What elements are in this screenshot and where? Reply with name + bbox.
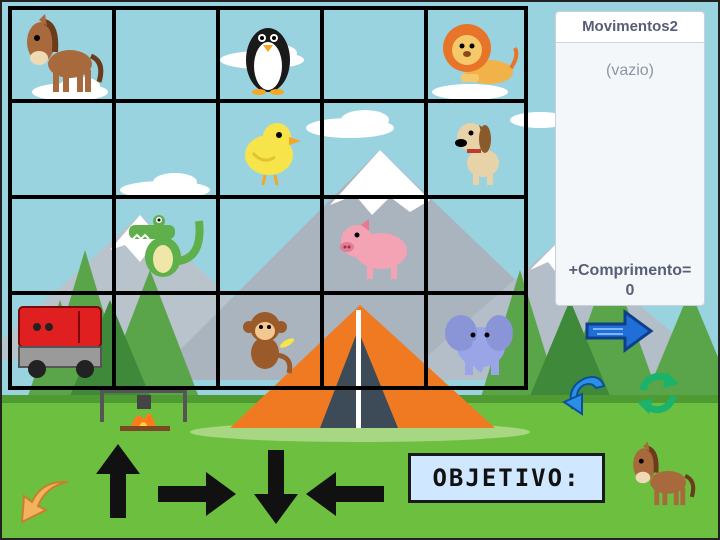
objective-label: OBJETIVO: — [432, 464, 581, 492]
animal-crocodile — [119, 201, 209, 287]
monitor-length: +Comprimento= 0 — [556, 261, 704, 301]
restart-button[interactable] — [633, 368, 683, 418]
left-button[interactable] — [306, 472, 384, 516]
monitor-empty-text: (vazio) — [605, 62, 654, 79]
monitor-title: Movimentos2 — [556, 12, 704, 43]
arrow-up-icon — [96, 444, 140, 518]
grid-line — [12, 291, 524, 295]
undo-icon — [561, 376, 606, 416]
blue-arrow-right-icon — [585, 309, 654, 353]
animal-elephant — [431, 297, 521, 383]
grid-line — [12, 195, 524, 199]
animal-truck — [15, 297, 105, 383]
animal-dog — [431, 105, 521, 191]
animal-chick — [223, 105, 313, 191]
variable-monitor: Movimentos2 (vazio) +Comprimento= 0 — [555, 11, 705, 306]
arrow-right-icon — [158, 472, 236, 516]
right-button[interactable] — [158, 472, 236, 516]
back-arrow-icon — [20, 480, 69, 524]
arrow-left-icon — [306, 472, 384, 516]
animal-horse — [15, 12, 105, 98]
down-button[interactable] — [254, 450, 298, 524]
game-stage: Movimentos2 (vazio) +Comprimento= 0 OBJE… — [0, 0, 720, 540]
monitor-length-value: 0 — [625, 282, 635, 299]
arrow-down-icon — [254, 450, 298, 524]
run-button[interactable] — [583, 308, 655, 354]
monitor-length-label: +Comprimento= — [568, 262, 692, 279]
back-button[interactable] — [16, 476, 72, 528]
objective-animal — [618, 440, 702, 510]
animal-pig — [327, 201, 417, 287]
restart-icon — [637, 372, 679, 414]
objective-box: OBJETIVO: — [408, 453, 605, 503]
animal-lion — [431, 12, 521, 98]
undo-button[interactable] — [560, 368, 610, 418]
animal-penguin — [223, 12, 313, 98]
animal-monkey — [223, 297, 313, 383]
grid-line — [12, 99, 524, 103]
up-button[interactable] — [96, 444, 140, 518]
